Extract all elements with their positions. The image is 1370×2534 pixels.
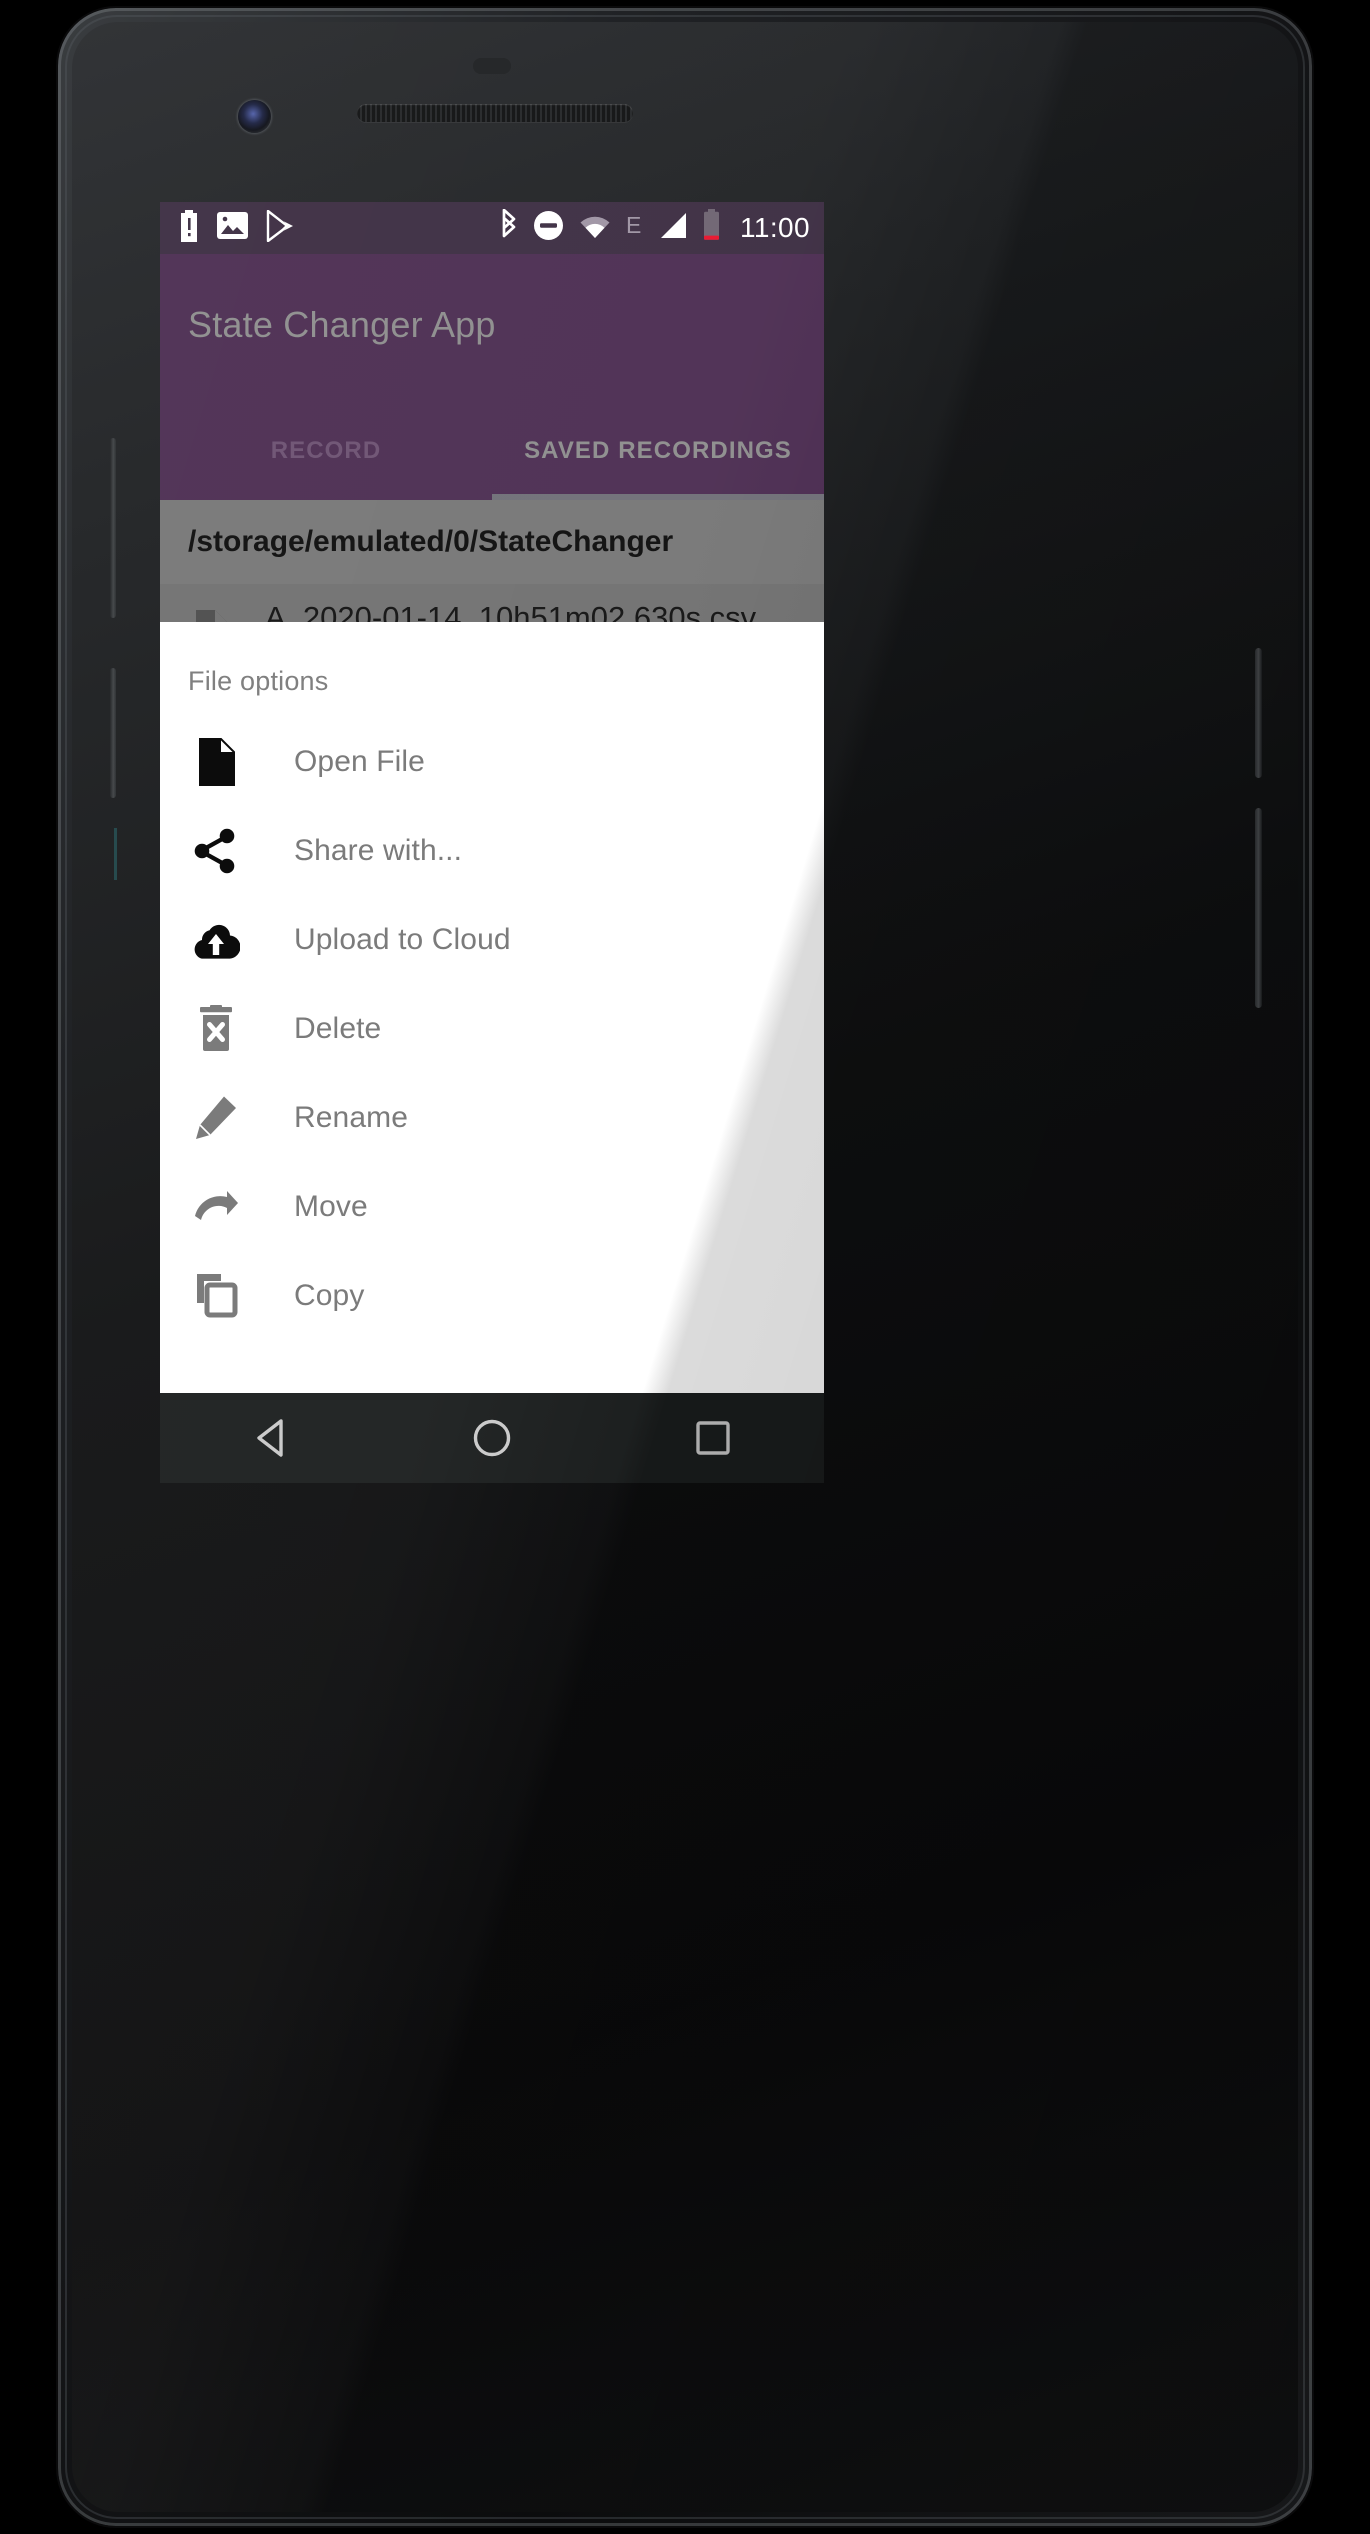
file-options-bottom-sheet: File options Open File Share with... Upl…: [160, 622, 824, 1393]
power-button[interactable]: [1255, 648, 1262, 778]
phone-screen: E 11:00 State Changer App RECORD SAVED R…: [160, 202, 824, 1393]
proximity-sensor: [473, 58, 511, 74]
tab-saved-recordings[interactable]: SAVED RECORDINGS: [492, 402, 824, 500]
battery-low-icon: [702, 209, 721, 247]
phone-device-frame: E 11:00 State Changer App RECORD SAVED R…: [58, 8, 1312, 2526]
menu-item-rename[interactable]: Rename: [160, 1073, 824, 1162]
cellular-signal-icon: [658, 212, 688, 244]
tab-bar: RECORD SAVED RECORDINGS: [160, 402, 824, 500]
do-not-disturb-icon: [533, 210, 564, 246]
menu-item-copy[interactable]: Copy: [160, 1251, 824, 1340]
home-circle-icon[interactable]: [456, 1402, 528, 1474]
image-icon: [217, 210, 248, 246]
status-bar: E 11:00: [160, 202, 824, 254]
app-bar: State Changer App: [160, 254, 824, 402]
menu-item-share-with[interactable]: Share with...: [160, 806, 824, 895]
phone-front-glass: E 11:00 State Changer App RECORD SAVED R…: [72, 22, 1298, 2512]
rename-pencil-icon: [188, 1095, 244, 1141]
left-frame-accent-2: [110, 668, 116, 798]
front-camera-icon: [238, 100, 271, 133]
menu-item-delete[interactable]: Delete: [160, 984, 824, 1073]
battery-alert-icon: [178, 209, 200, 247]
edge-network-icon: E: [626, 212, 644, 244]
menu-item-label: Delete: [294, 1011, 382, 1045]
storage-path-header: /storage/emulated/0/StateChanger: [160, 500, 824, 584]
bluetooth-icon: [497, 208, 519, 248]
volume-button[interactable]: [1255, 808, 1262, 1008]
menu-item-move[interactable]: Move: [160, 1162, 824, 1251]
tab-record[interactable]: RECORD: [160, 402, 492, 500]
share-icon: [188, 828, 244, 874]
menu-item-label: Share with...: [294, 833, 463, 867]
menu-item-label: Move: [294, 1189, 368, 1223]
file-document-icon: [188, 737, 244, 786]
menu-item-open-file[interactable]: Open File: [160, 717, 824, 806]
antenna-band: [114, 828, 117, 880]
android-navigation-bar: [160, 1393, 824, 1483]
earpiece-speaker-icon: [357, 104, 633, 122]
status-bar-left-icons: [178, 209, 295, 247]
svg-text:E: E: [626, 212, 641, 238]
menu-item-label: Upload to Cloud: [294, 922, 511, 956]
delete-icon: [188, 1004, 244, 1053]
copy-icon: [188, 1273, 244, 1319]
bottom-sheet-title: File options: [188, 666, 329, 696]
left-frame-accent-1: [110, 438, 116, 618]
file-options-list: Open File Share with... Upload to Cloud …: [160, 717, 824, 1340]
menu-item-upload-to-cloud[interactable]: Upload to Cloud: [160, 895, 824, 984]
menu-item-label: Open File: [294, 744, 425, 778]
wifi-icon: [578, 213, 612, 244]
move-arrow-icon: [188, 1190, 244, 1224]
menu-item-label: Rename: [294, 1100, 408, 1134]
status-bar-right-icons: E 11:00: [497, 208, 810, 248]
page-title: State Changer App: [188, 304, 496, 345]
recents-square-icon[interactable]: [677, 1402, 749, 1474]
status-bar-clock: 11:00: [740, 212, 810, 243]
cloud-upload-icon: [188, 921, 244, 959]
play-store-icon: [265, 209, 295, 247]
back-triangle-icon[interactable]: [235, 1402, 307, 1474]
menu-item-label: Copy: [294, 1278, 365, 1312]
